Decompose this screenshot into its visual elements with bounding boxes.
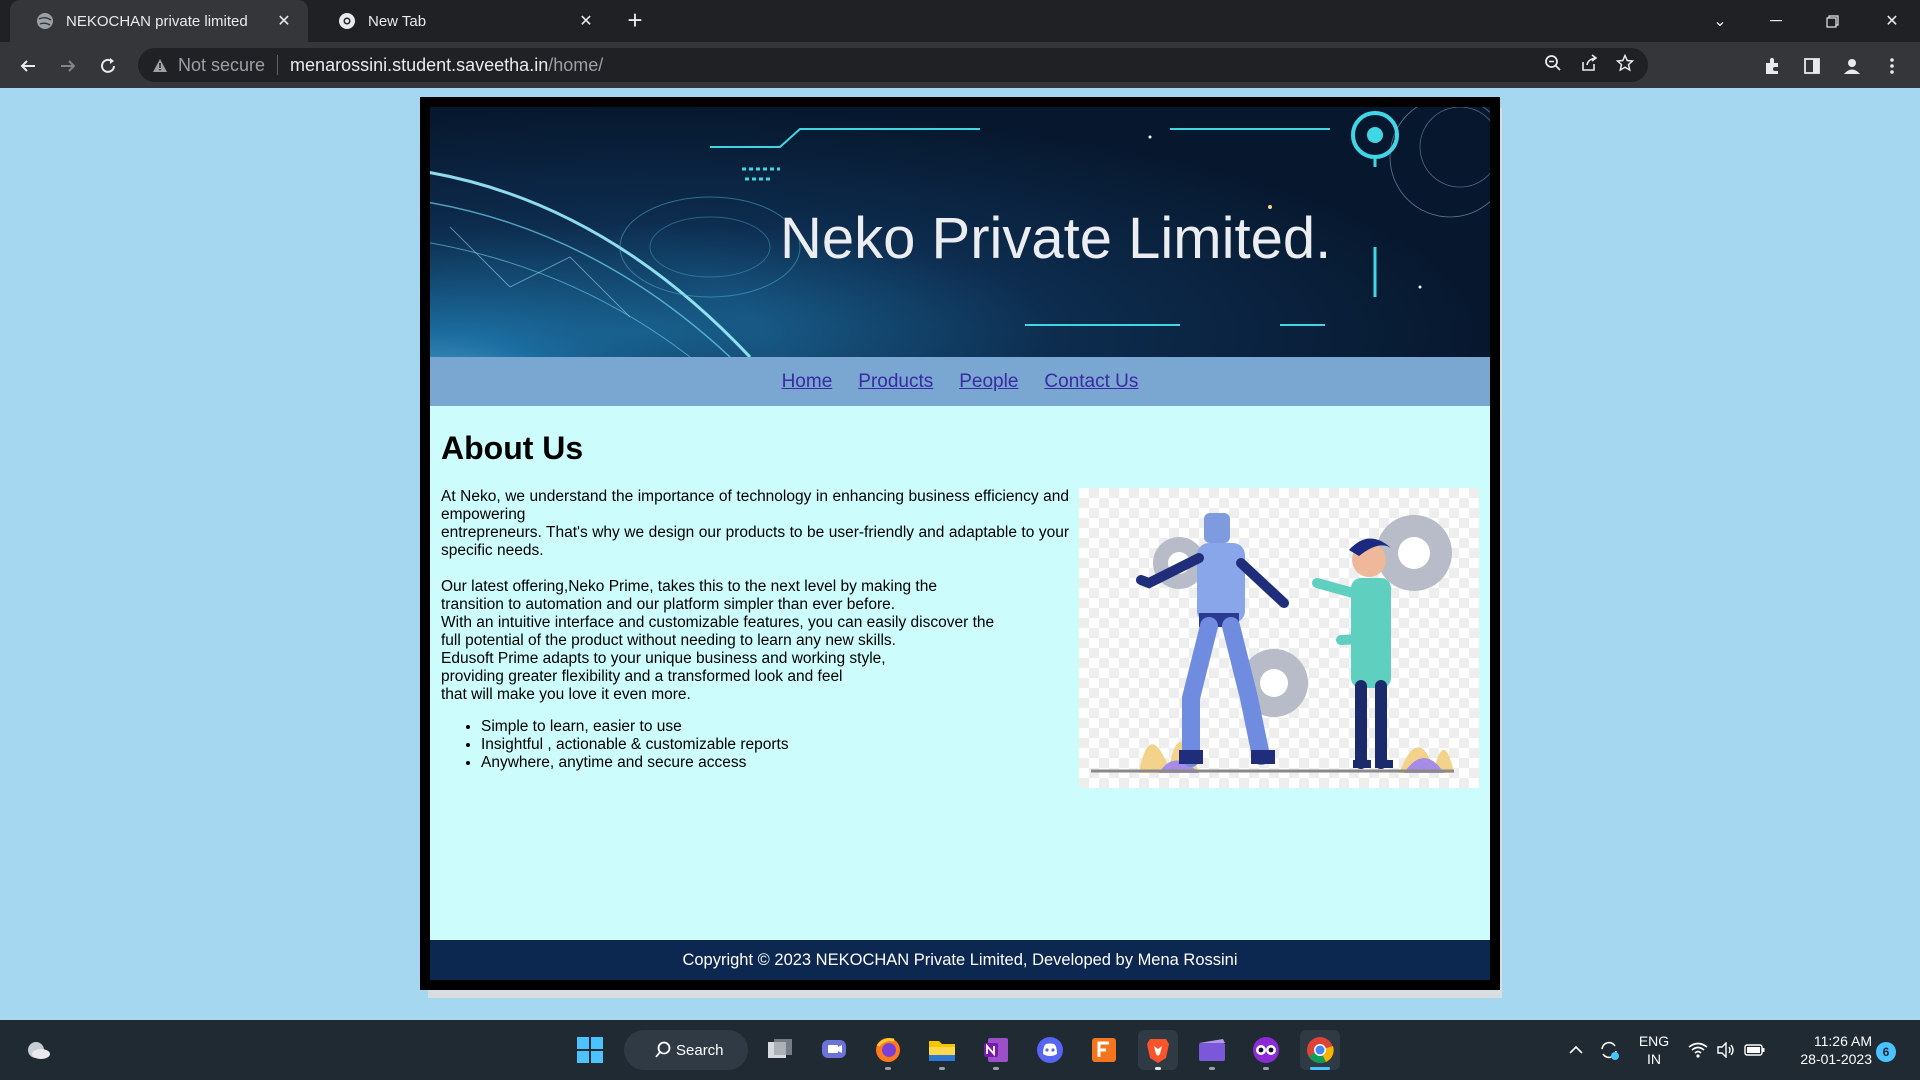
list-item: Insightful , actionable & customizable r…: [481, 736, 789, 754]
task-view-icon[interactable]: [760, 1030, 800, 1070]
warning-icon[interactable]: [152, 58, 168, 73]
file-explorer-icon[interactable]: [922, 1030, 962, 1070]
chrome-taskbar-icon[interactable]: [1300, 1030, 1340, 1070]
firefox-icon[interactable]: [868, 1030, 908, 1070]
back-icon[interactable]: [12, 50, 44, 82]
bookmark-star-icon[interactable]: [1615, 53, 1635, 77]
nav-link-people[interactable]: People: [959, 371, 1018, 393]
running-indicator: [939, 1067, 945, 1070]
nav-link-products[interactable]: Products: [858, 371, 933, 393]
paragraph-line: full potential of the product without ne…: [441, 632, 896, 649]
notification-badge[interactable]: 6: [1876, 1042, 1896, 1062]
show-hidden-icons[interactable]: [1568, 1020, 1584, 1080]
teams-chat-icon[interactable]: [814, 1030, 854, 1070]
side-panel-icon[interactable]: [1796, 50, 1828, 82]
weather-icon[interactable]: [18, 1030, 58, 1070]
divider: [277, 55, 279, 75]
zoom-icon[interactable]: [1544, 54, 1562, 77]
clipchamp-icon[interactable]: [1192, 1030, 1232, 1070]
chrome-icon: [338, 12, 356, 30]
running-indicator: [993, 1067, 999, 1070]
close-window-icon[interactable]: ✕: [1864, 0, 1920, 42]
tab-new-tab[interactable]: New Tab ✕: [312, 0, 610, 42]
discord-icon[interactable]: [1030, 1030, 1070, 1070]
onenote-icon[interactable]: [976, 1030, 1016, 1070]
clock-date: 28-01-2023: [1800, 1051, 1872, 1067]
extensions-icon[interactable]: [1756, 50, 1788, 82]
game-app-icon[interactable]: [1246, 1030, 1286, 1070]
paragraph-line: transition to automation and our platfor…: [441, 596, 896, 613]
taskbar-search[interactable]: Search: [624, 1030, 748, 1070]
clock[interactable]: 11:26 AM 28-01-2023: [1780, 1032, 1872, 1068]
running-indicator: [1155, 1067, 1161, 1070]
running-indicator: [1209, 1067, 1215, 1070]
region-code: IN: [1647, 1051, 1661, 1067]
site-nav: Home Products People Contact Us: [430, 357, 1490, 406]
minimize-icon[interactable]: [1748, 0, 1804, 42]
paragraph-line: With an intuitive interface and customiz…: [441, 614, 995, 631]
url-host: menarossini.student.saveetha.in: [290, 54, 549, 75]
paragraph-line: providing greater flexibility and a tran…: [441, 668, 843, 685]
tab-strip: NEKOCHAN private limited ✕ New Tab ✕ + ⌄…: [0, 0, 1920, 42]
nav-link-home[interactable]: Home: [782, 371, 833, 393]
copyright-text: Copyright © 2023 NEKOCHAN Private Limite…: [682, 950, 1238, 969]
browser-toolbar: Not secure menarossini.student.saveetha.…: [0, 42, 1920, 88]
volume-icon[interactable]: [1716, 1020, 1736, 1080]
reload-icon[interactable]: [92, 50, 124, 82]
running-indicator: [1263, 1067, 1269, 1070]
content-area: About Us At Neko, we understand the impo…: [430, 406, 1490, 940]
paragraph-line: that will make you love it even more.: [441, 686, 691, 703]
share-icon[interactable]: [1580, 53, 1598, 77]
fusion-360-icon[interactable]: [1084, 1030, 1124, 1070]
active-indicator: [1310, 1067, 1330, 1070]
banner: Neko Private Limited.: [430, 107, 1490, 357]
search-label: Search: [676, 1041, 724, 1059]
security-label[interactable]: Not secure: [178, 55, 265, 76]
paragraph-line: Our latest offering,Neko Prime, takes th…: [441, 578, 937, 595]
site-footer: Copyright © 2023 NEKOCHAN Private Limite…: [430, 940, 1490, 980]
clock-time: 11:26 AM: [1813, 1033, 1872, 1049]
list-item: Anywhere, anytime and secure access: [481, 754, 789, 772]
tab-title: NEKOCHAN private limited: [66, 12, 248, 30]
battery-icon[interactable]: [1744, 1020, 1766, 1080]
search-icon: [654, 1041, 672, 1063]
paragraph-line: At Neko, we understand the importance of…: [441, 488, 1069, 523]
globe-icon: [36, 12, 54, 30]
nav-link-contact-us[interactable]: Contact Us: [1044, 371, 1138, 393]
banner-title: Neko Private Limited.: [780, 206, 1332, 271]
taskbar: Search ENG IN 11:26 AM 28-01-2023 6: [0, 1020, 1920, 1080]
paragraph-line: entrepreneurs. That's why we design our …: [441, 524, 1069, 559]
about-heading: About Us: [441, 430, 584, 466]
forward-icon[interactable]: [52, 50, 84, 82]
new-tab-button[interactable]: +: [620, 7, 650, 34]
paragraph-line: Edusoft Prime adapts to your unique busi…: [441, 650, 886, 667]
feature-list: Simple to learn, easier to use Insightfu…: [481, 718, 789, 772]
close-tab-icon[interactable]: ✕: [274, 11, 294, 31]
intro-paragraph: At Neko, we understand the importance of…: [441, 488, 1069, 560]
robot-human-illustration: [1079, 488, 1479, 788]
start-icon[interactable]: [570, 1030, 610, 1070]
language-indicator[interactable]: ENG IN: [1636, 1032, 1672, 1068]
menu-icon[interactable]: [1876, 50, 1908, 82]
address-bar[interactable]: Not secure menarossini.student.saveetha.…: [138, 48, 1648, 82]
tab-search-icon[interactable]: ⌄: [1692, 0, 1748, 42]
running-indicator: [885, 1067, 891, 1070]
restore-icon[interactable]: [1804, 0, 1860, 42]
url-path: /home/: [548, 54, 604, 75]
sync-icon[interactable]: [1598, 1020, 1620, 1080]
brave-icon[interactable]: [1138, 1030, 1178, 1070]
language-code: ENG: [1638, 1033, 1670, 1049]
close-tab-icon[interactable]: ✕: [576, 11, 596, 31]
wifi-icon[interactable]: [1688, 1020, 1708, 1080]
profile-icon[interactable]: [1836, 50, 1868, 82]
offering-paragraph: Our latest offering,Neko Prime, takes th…: [441, 578, 1081, 704]
list-item: Simple to learn, easier to use: [481, 718, 789, 736]
tab-nekochan[interactable]: NEKOCHAN private limited ✕: [10, 0, 308, 42]
tab-title: New Tab: [368, 12, 427, 30]
